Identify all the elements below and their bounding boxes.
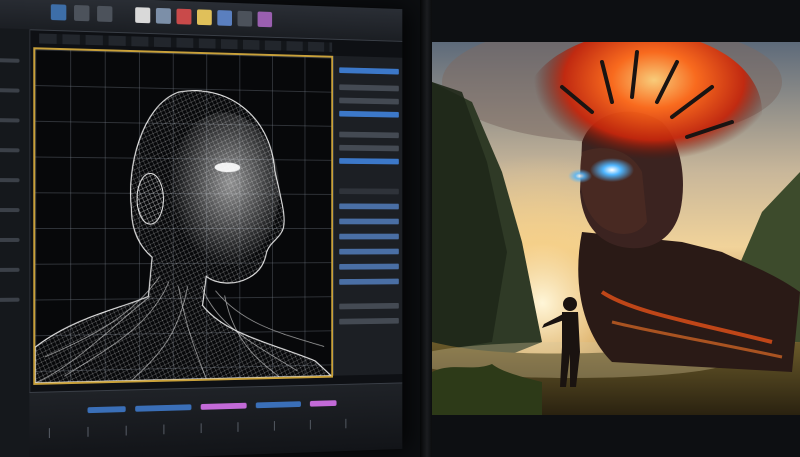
photo-scene bbox=[0, 0, 800, 457]
3d-viewport bbox=[33, 47, 334, 385]
monitor-screen bbox=[0, 0, 403, 457]
toolbar-icon bbox=[97, 5, 113, 23]
toolbar-icon bbox=[176, 8, 192, 25]
animation-timeline bbox=[29, 382, 403, 457]
toolbar-icon bbox=[50, 4, 67, 21]
toolbar-icon bbox=[135, 7, 151, 24]
dark-border-top bbox=[432, 0, 800, 42]
toolbar-icon bbox=[217, 10, 233, 26]
artwork-panel bbox=[432, 42, 800, 415]
artwork-scene bbox=[432, 42, 800, 415]
wireframe-head-model bbox=[35, 49, 332, 383]
toolbar-icon bbox=[196, 9, 212, 26]
properties-panel bbox=[333, 55, 403, 376]
toolbar-icon bbox=[74, 4, 90, 22]
toolbar-icon bbox=[257, 11, 273, 28]
left-tool-strip bbox=[0, 28, 31, 457]
toolbar-icon bbox=[155, 7, 171, 24]
toolbar-icon bbox=[237, 10, 253, 27]
dark-border-bottom bbox=[432, 415, 800, 457]
